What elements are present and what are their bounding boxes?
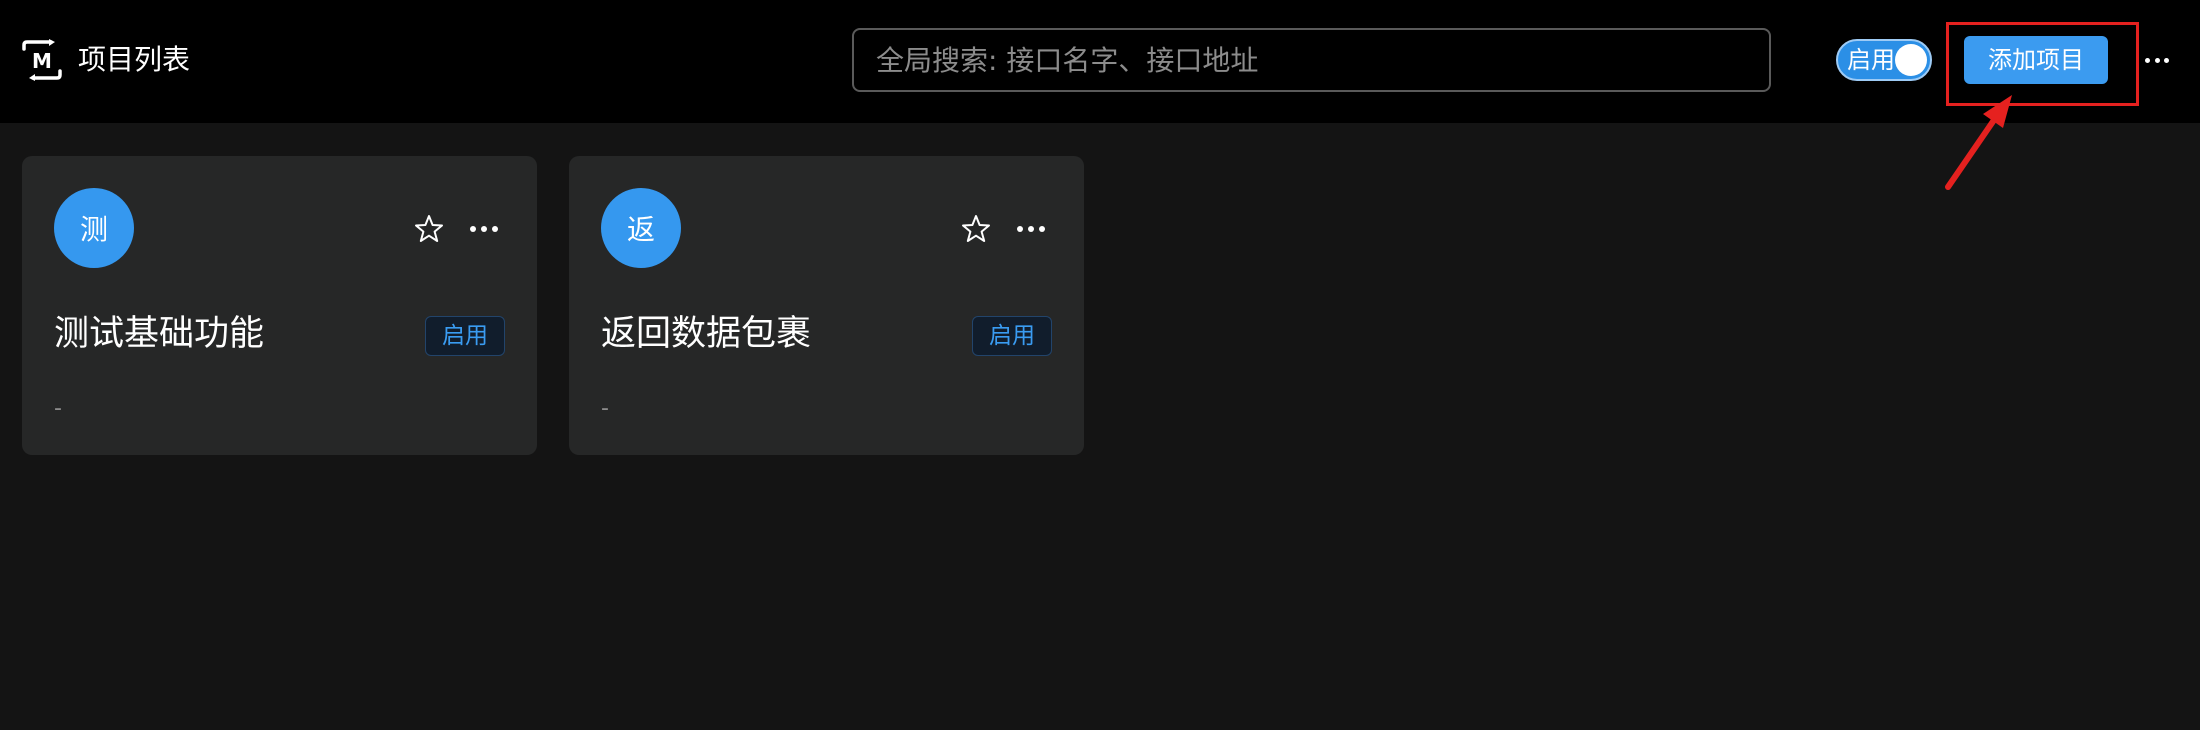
dot [492,226,498,232]
star-icon[interactable] [414,214,444,244]
dot [481,226,487,232]
search-input[interactable] [876,43,1747,77]
project-logo-icon[interactable]: M [20,39,64,81]
project-avatar: 测 [54,188,134,268]
project-card[interactable]: 测 测试基础功能 启用 - [22,156,537,455]
page-title: 项目列表 [78,43,191,76]
dot [1039,226,1045,232]
project-description: - [601,396,609,421]
more-horizontal-icon[interactable] [2142,44,2172,76]
dot [2145,57,2150,63]
status-badge: 启用 [972,316,1052,356]
project-description: - [54,396,62,421]
toggle-knob [1895,44,1927,76]
star-icon[interactable] [961,214,991,244]
dot [1017,226,1023,232]
dot [2164,57,2169,63]
annotation-arrow-icon [1945,95,2012,190]
card-more-icon[interactable] [1017,222,1045,236]
toggle-label: 启用 [1847,46,1895,74]
dot [470,226,476,232]
project-card[interactable]: 返 返回数据包裹 启用 - [569,156,1084,455]
svg-text:M: M [32,49,52,73]
top-bar: M 项目列表 启用 添加项目 [0,0,2200,123]
enable-toggle[interactable]: 启用 [1836,39,1932,81]
status-badge: 启用 [425,316,505,356]
global-search[interactable] [852,28,1771,92]
project-name: 返回数据包裹 [601,314,812,354]
project-avatar: 返 [601,188,681,268]
dot [1028,226,1034,232]
dot [2154,57,2160,63]
project-name: 测试基础功能 [54,314,265,354]
card-more-icon[interactable] [470,222,498,236]
